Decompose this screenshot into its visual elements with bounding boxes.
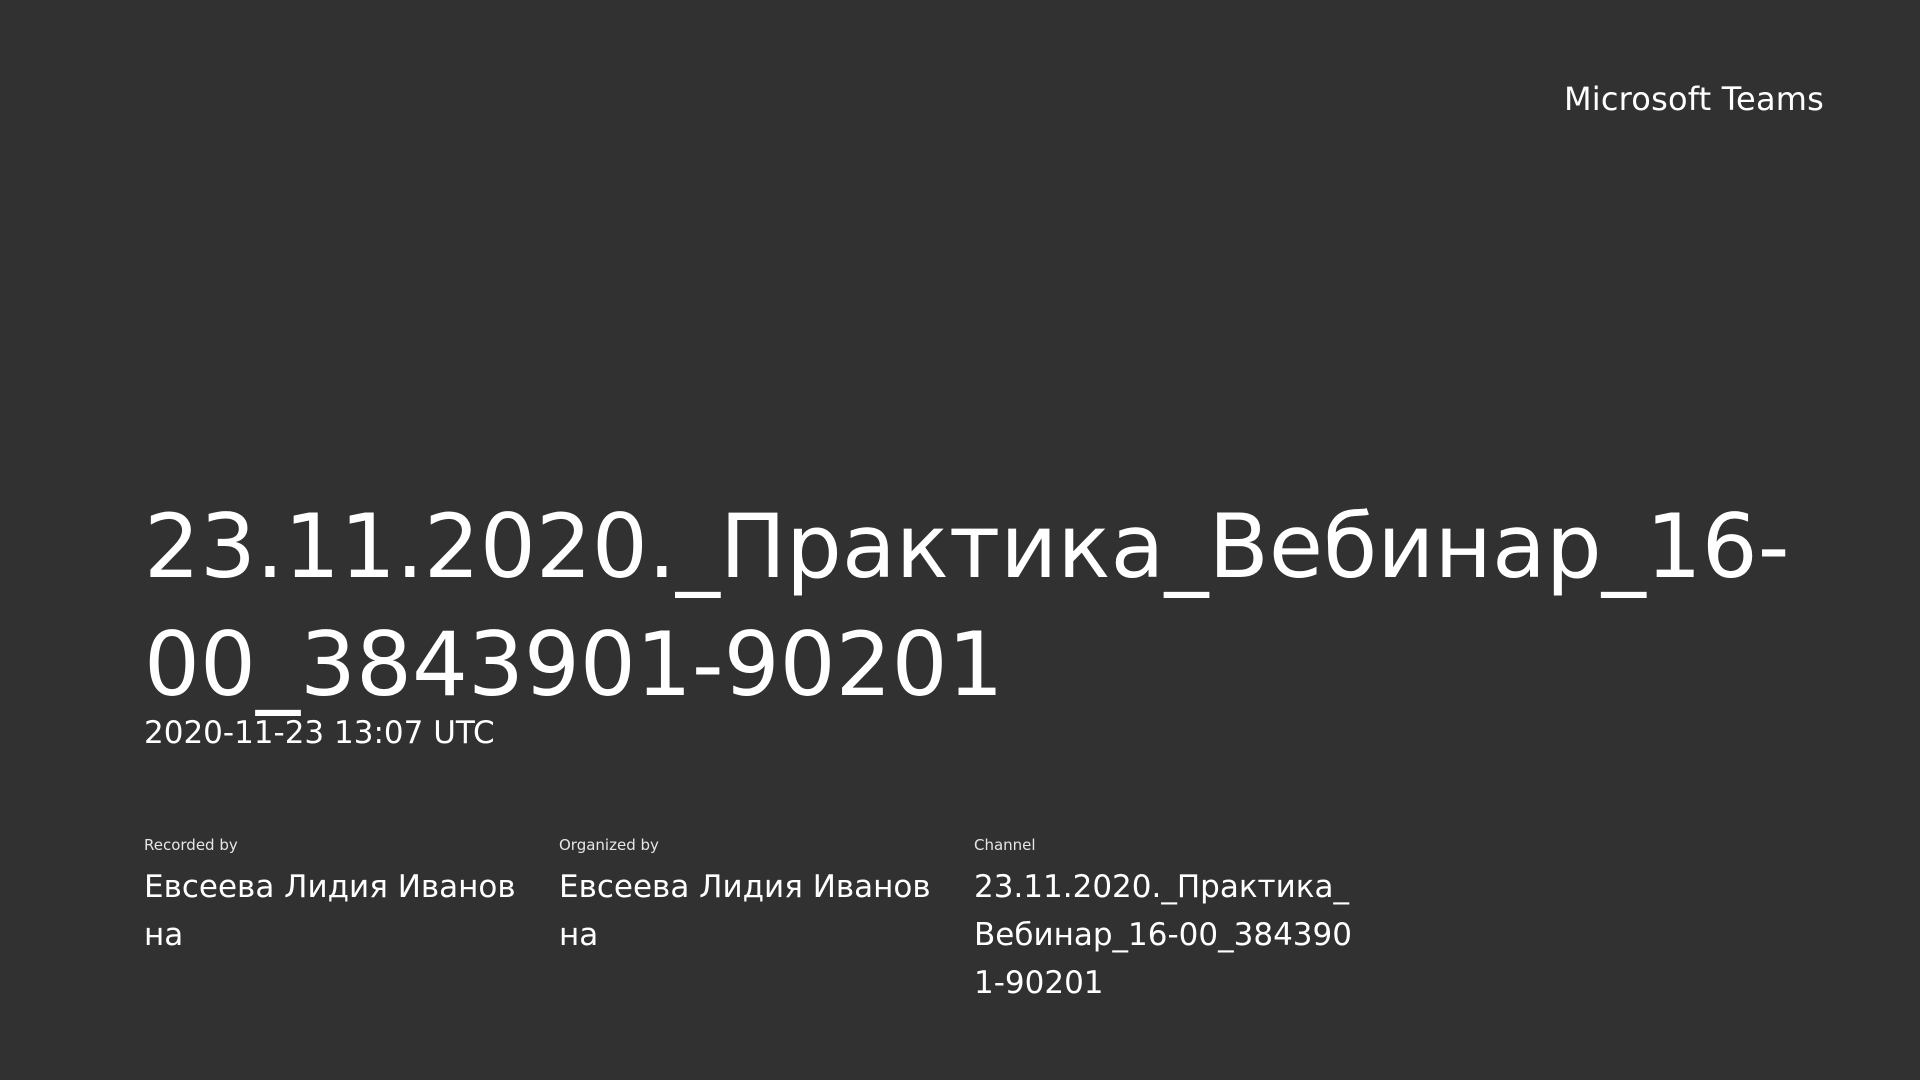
- channel-label: Channel: [974, 836, 1036, 854]
- recording-meta: Recorded by Евсеева Лидия Ивановна Organ…: [144, 835, 1389, 1007]
- recorded-by-block: Recorded by Евсеева Лидия Ивановна: [144, 835, 559, 1007]
- recording-title: 23.11.2020._Практика_Вебинар_16-00_38439…: [144, 495, 1790, 716]
- recording-timestamp: 2020-11-23 13:07 UTC: [144, 715, 495, 751]
- organized-by-value: Евсеева Лидия Ивановна: [559, 869, 931, 953]
- organized-by-label: Organized by: [559, 836, 659, 854]
- app-brand: Microsoft Teams: [1563, 80, 1824, 118]
- channel-block: Channel 23.11.2020._Практика_Вебинар_16-…: [974, 835, 1389, 1007]
- recorded-by-value: Евсеева Лидия Ивановна: [144, 869, 516, 953]
- organized-by-block: Organized by Евсеева Лидия Ивановна: [559, 835, 974, 1007]
- recorded-by-label: Recorded by: [144, 836, 238, 854]
- channel-value: 23.11.2020._Практика_Вебинар_16-00_38439…: [974, 869, 1352, 1001]
